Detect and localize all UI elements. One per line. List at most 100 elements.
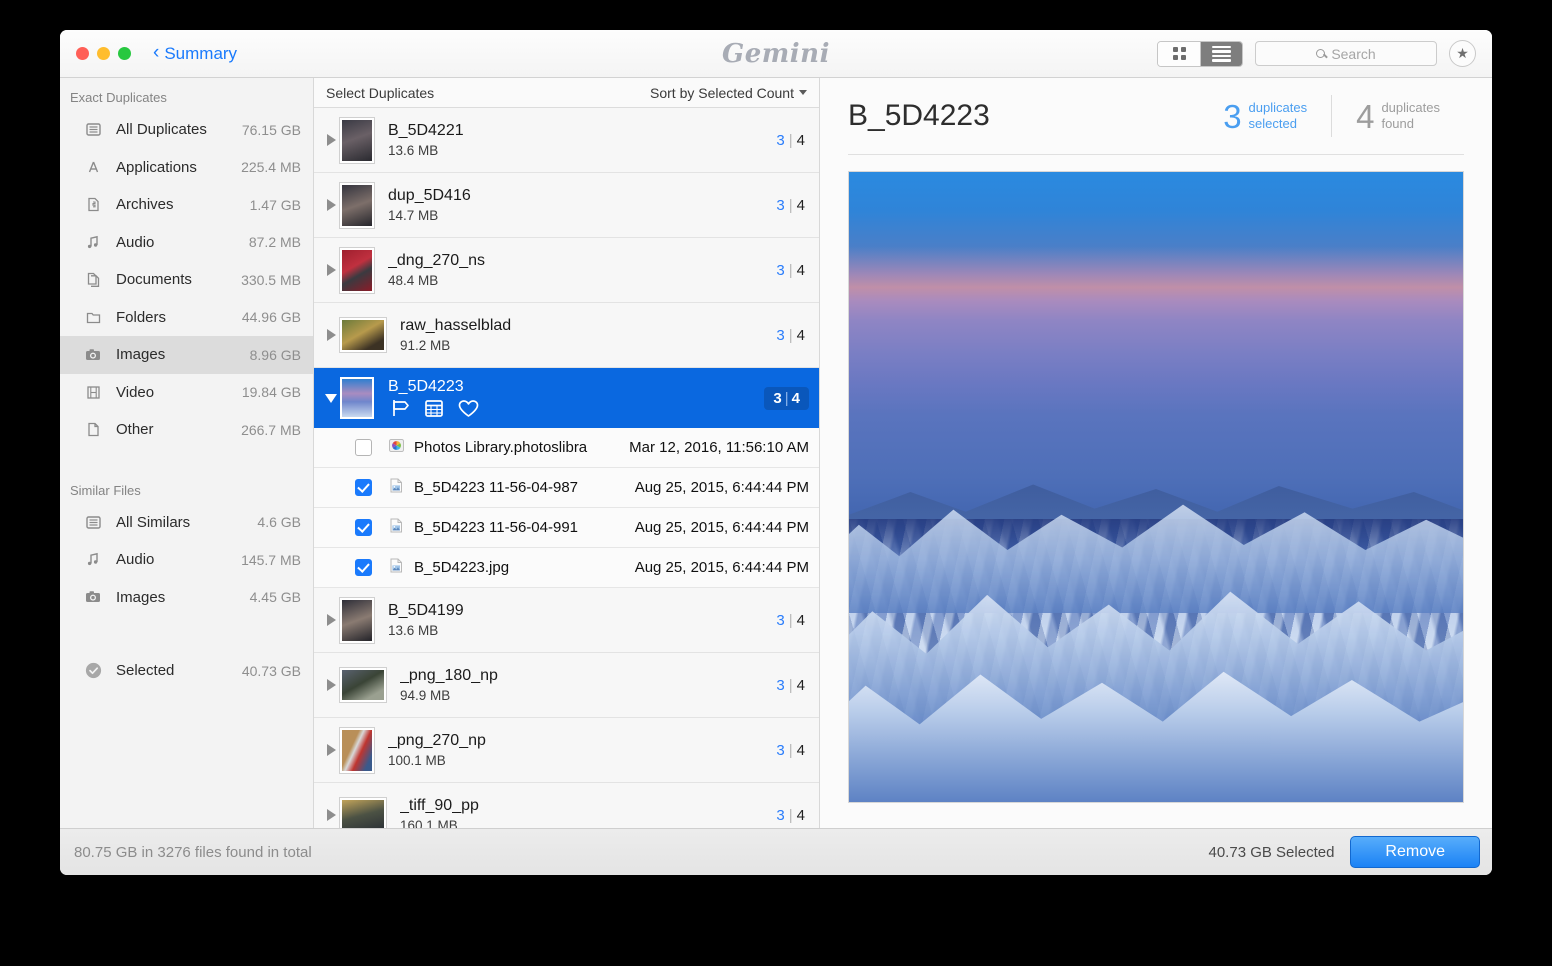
- disclosure-triangle[interactable]: [322, 809, 340, 821]
- file-date: Aug 25, 2015, 6:44:44 PM: [634, 519, 809, 536]
- group-count: 3 | 4: [776, 131, 805, 149]
- search-input[interactable]: Search: [1255, 41, 1437, 66]
- check-circle-icon: [80, 661, 106, 680]
- group-count: 3 | 4: [776, 611, 805, 629]
- sidebar-item-size: 8.96 GB: [249, 346, 301, 363]
- image-preview[interactable]: [848, 171, 1464, 803]
- group-row-selected[interactable]: B_5D4223 3 | 4: [314, 368, 819, 428]
- group-row[interactable]: B_5D4221 13.6 MB 3 | 4: [314, 108, 819, 173]
- sidebar-item-similar-audio[interactable]: Audio 145.7 MB: [60, 541, 313, 579]
- sidebar-divider-space: [60, 449, 313, 479]
- file-name: B_5D4223.jpg: [414, 559, 510, 576]
- thumbnail: [340, 182, 374, 228]
- file-row[interactable]: B_5D4223.jpg Aug 25, 2015, 6:44:44 PM: [314, 548, 819, 588]
- total-found-text: 80.75 GB in 3276 files found in total: [74, 843, 312, 861]
- group-row[interactable]: raw_hasselblad 91.2 MB 3 | 4: [314, 303, 819, 368]
- archive-icon: [80, 196, 106, 213]
- sidebar-item-label: Images: [116, 346, 166, 364]
- disclosure-triangle[interactable]: [322, 329, 340, 341]
- sidebar-item-folders[interactable]: Folders 44.96 GB: [60, 299, 313, 337]
- disclosure-triangle[interactable]: [322, 393, 340, 403]
- group-row[interactable]: _png_180_np 94.9 MB 3 | 4: [314, 653, 819, 718]
- title-bar: ‹ Summary Gemini Search ★: [60, 30, 1492, 78]
- disclosure-triangle[interactable]: [322, 614, 340, 626]
- group-row[interactable]: _png_270_np 100.1 MB 3 | 4: [314, 718, 819, 783]
- close-button[interactable]: [76, 47, 89, 60]
- drawer-icon: [80, 121, 106, 138]
- sidebar-item-applications[interactable]: Applications 225.4 MB: [60, 149, 313, 187]
- duplicates-selected-stat: 3 duplicates selected: [1199, 100, 1331, 133]
- zoom-button[interactable]: [118, 47, 131, 60]
- back-to-summary-button[interactable]: ‹ Summary: [153, 43, 237, 64]
- minimize-button[interactable]: [97, 47, 110, 60]
- sidebar-item-size: 330.5 MB: [241, 271, 301, 288]
- group-info: _tiff_90_pp 160.1 MB: [400, 797, 776, 828]
- file-row[interactable]: Photos Library.photoslibra Mar 12, 2016,…: [314, 428, 819, 468]
- file-row[interactable]: B_5D4223 11-56-04-991 Aug 25, 2015, 6:44…: [314, 508, 819, 548]
- disclosure-triangle[interactable]: [322, 264, 340, 276]
- favorites-button[interactable]: ★: [1449, 40, 1476, 67]
- file-checkbox[interactable]: [355, 559, 372, 576]
- group-name: B_5D4221: [388, 122, 464, 139]
- disclosure-triangle[interactable]: [322, 199, 340, 211]
- window-body: Exact Duplicates All Duplicates 76.15 GB…: [60, 78, 1492, 828]
- group-row[interactable]: _tiff_90_pp 160.1 MB 3 | 4: [314, 783, 819, 828]
- group-name: _dng_270_ns: [388, 252, 485, 269]
- heart-icon[interactable]: [458, 399, 479, 418]
- group-info: raw_hasselblad 91.2 MB: [400, 317, 776, 353]
- image-file-icon: [388, 477, 406, 499]
- disclosure-triangle[interactable]: [322, 134, 340, 146]
- search-placeholder: Search: [1331, 45, 1376, 62]
- group-count: 3 | 4: [776, 741, 805, 759]
- sidebar-item-other[interactable]: Other 266.7 MB: [60, 411, 313, 449]
- chevron-down-icon: [799, 90, 807, 95]
- group-info: _png_270_np 100.1 MB: [388, 732, 776, 768]
- sort-dropdown[interactable]: Sort by Selected Count: [650, 85, 807, 101]
- duplicates-list-panel: Select Duplicates Sort by Selected Count…: [314, 78, 820, 828]
- disclosure-triangle[interactable]: [322, 679, 340, 691]
- group-size: 48.4 MB: [388, 273, 439, 288]
- file-row[interactable]: B_5D4223 11-56-04-987 Aug 25, 2015, 6:44…: [314, 468, 819, 508]
- file-checkbox[interactable]: [355, 439, 372, 456]
- group-count-badge: 3 | 4: [764, 386, 809, 410]
- search-icon: [1316, 49, 1326, 58]
- image-file-icon: [388, 557, 406, 579]
- sidebar-item-all-similars[interactable]: All Similars 4.6 GB: [60, 504, 313, 542]
- selected-label: duplicates selected: [1249, 100, 1308, 133]
- chevron-right-icon: [326, 264, 336, 276]
- group-row[interactable]: B_5D4199 13.6 MB 3 | 4: [314, 588, 819, 653]
- group-row[interactable]: _dng_270_ns 48.4 MB 3 | 4: [314, 238, 819, 303]
- signpost-icon[interactable]: [388, 398, 410, 418]
- sidebar-item-similar-images[interactable]: Images 4.45 GB: [60, 579, 313, 617]
- remove-button[interactable]: Remove: [1350, 836, 1480, 868]
- file-date: Aug 25, 2015, 6:44:44 PM: [634, 559, 809, 576]
- photos-app-icon: [388, 437, 406, 459]
- group-name: B_5D4223: [388, 378, 464, 395]
- file-checkbox[interactable]: [355, 479, 372, 496]
- duplicate-groups[interactable]: B_5D4221 13.6 MB 3|4 dup_5D416 14.7 MB: [314, 108, 819, 828]
- sidebar-item-archives[interactable]: Archives 1.47 GB: [60, 186, 313, 224]
- grid-view-button[interactable]: [1158, 41, 1200, 66]
- calendar-icon[interactable]: [424, 398, 444, 418]
- total-count: 4: [796, 326, 805, 344]
- group-row[interactable]: dup_5D416 14.7 MB 3 | 4: [314, 173, 819, 238]
- selected-count: 3: [776, 676, 785, 694]
- selected-count: 3: [776, 196, 785, 214]
- music-note-icon: [80, 234, 106, 251]
- toolbar-right: Search ★: [1157, 40, 1476, 67]
- sidebar-item-audio[interactable]: Audio 87.2 MB: [60, 224, 313, 262]
- sidebar-item-video[interactable]: Video 19.84 GB: [60, 374, 313, 412]
- chevron-right-icon: [326, 679, 336, 691]
- group-size: 100.1 MB: [388, 753, 446, 768]
- sidebar-item-images[interactable]: Images 8.96 GB: [60, 336, 313, 374]
- disclosure-triangle[interactable]: [322, 744, 340, 756]
- star-icon: ★: [1456, 45, 1469, 61]
- view-mode-switch[interactable]: [1157, 40, 1243, 67]
- sidebar-item-documents[interactable]: Documents 330.5 MB: [60, 261, 313, 299]
- sidebar-item-label: Video: [116, 383, 155, 401]
- sidebar-item-selected[interactable]: Selected 40.73 GB: [60, 652, 313, 690]
- file-checkbox[interactable]: [355, 519, 372, 536]
- sidebar-item-all-duplicates[interactable]: All Duplicates 76.15 GB: [60, 111, 313, 149]
- sidebar-item-size: 4.45 GB: [249, 589, 301, 606]
- list-view-button[interactable]: [1200, 41, 1242, 66]
